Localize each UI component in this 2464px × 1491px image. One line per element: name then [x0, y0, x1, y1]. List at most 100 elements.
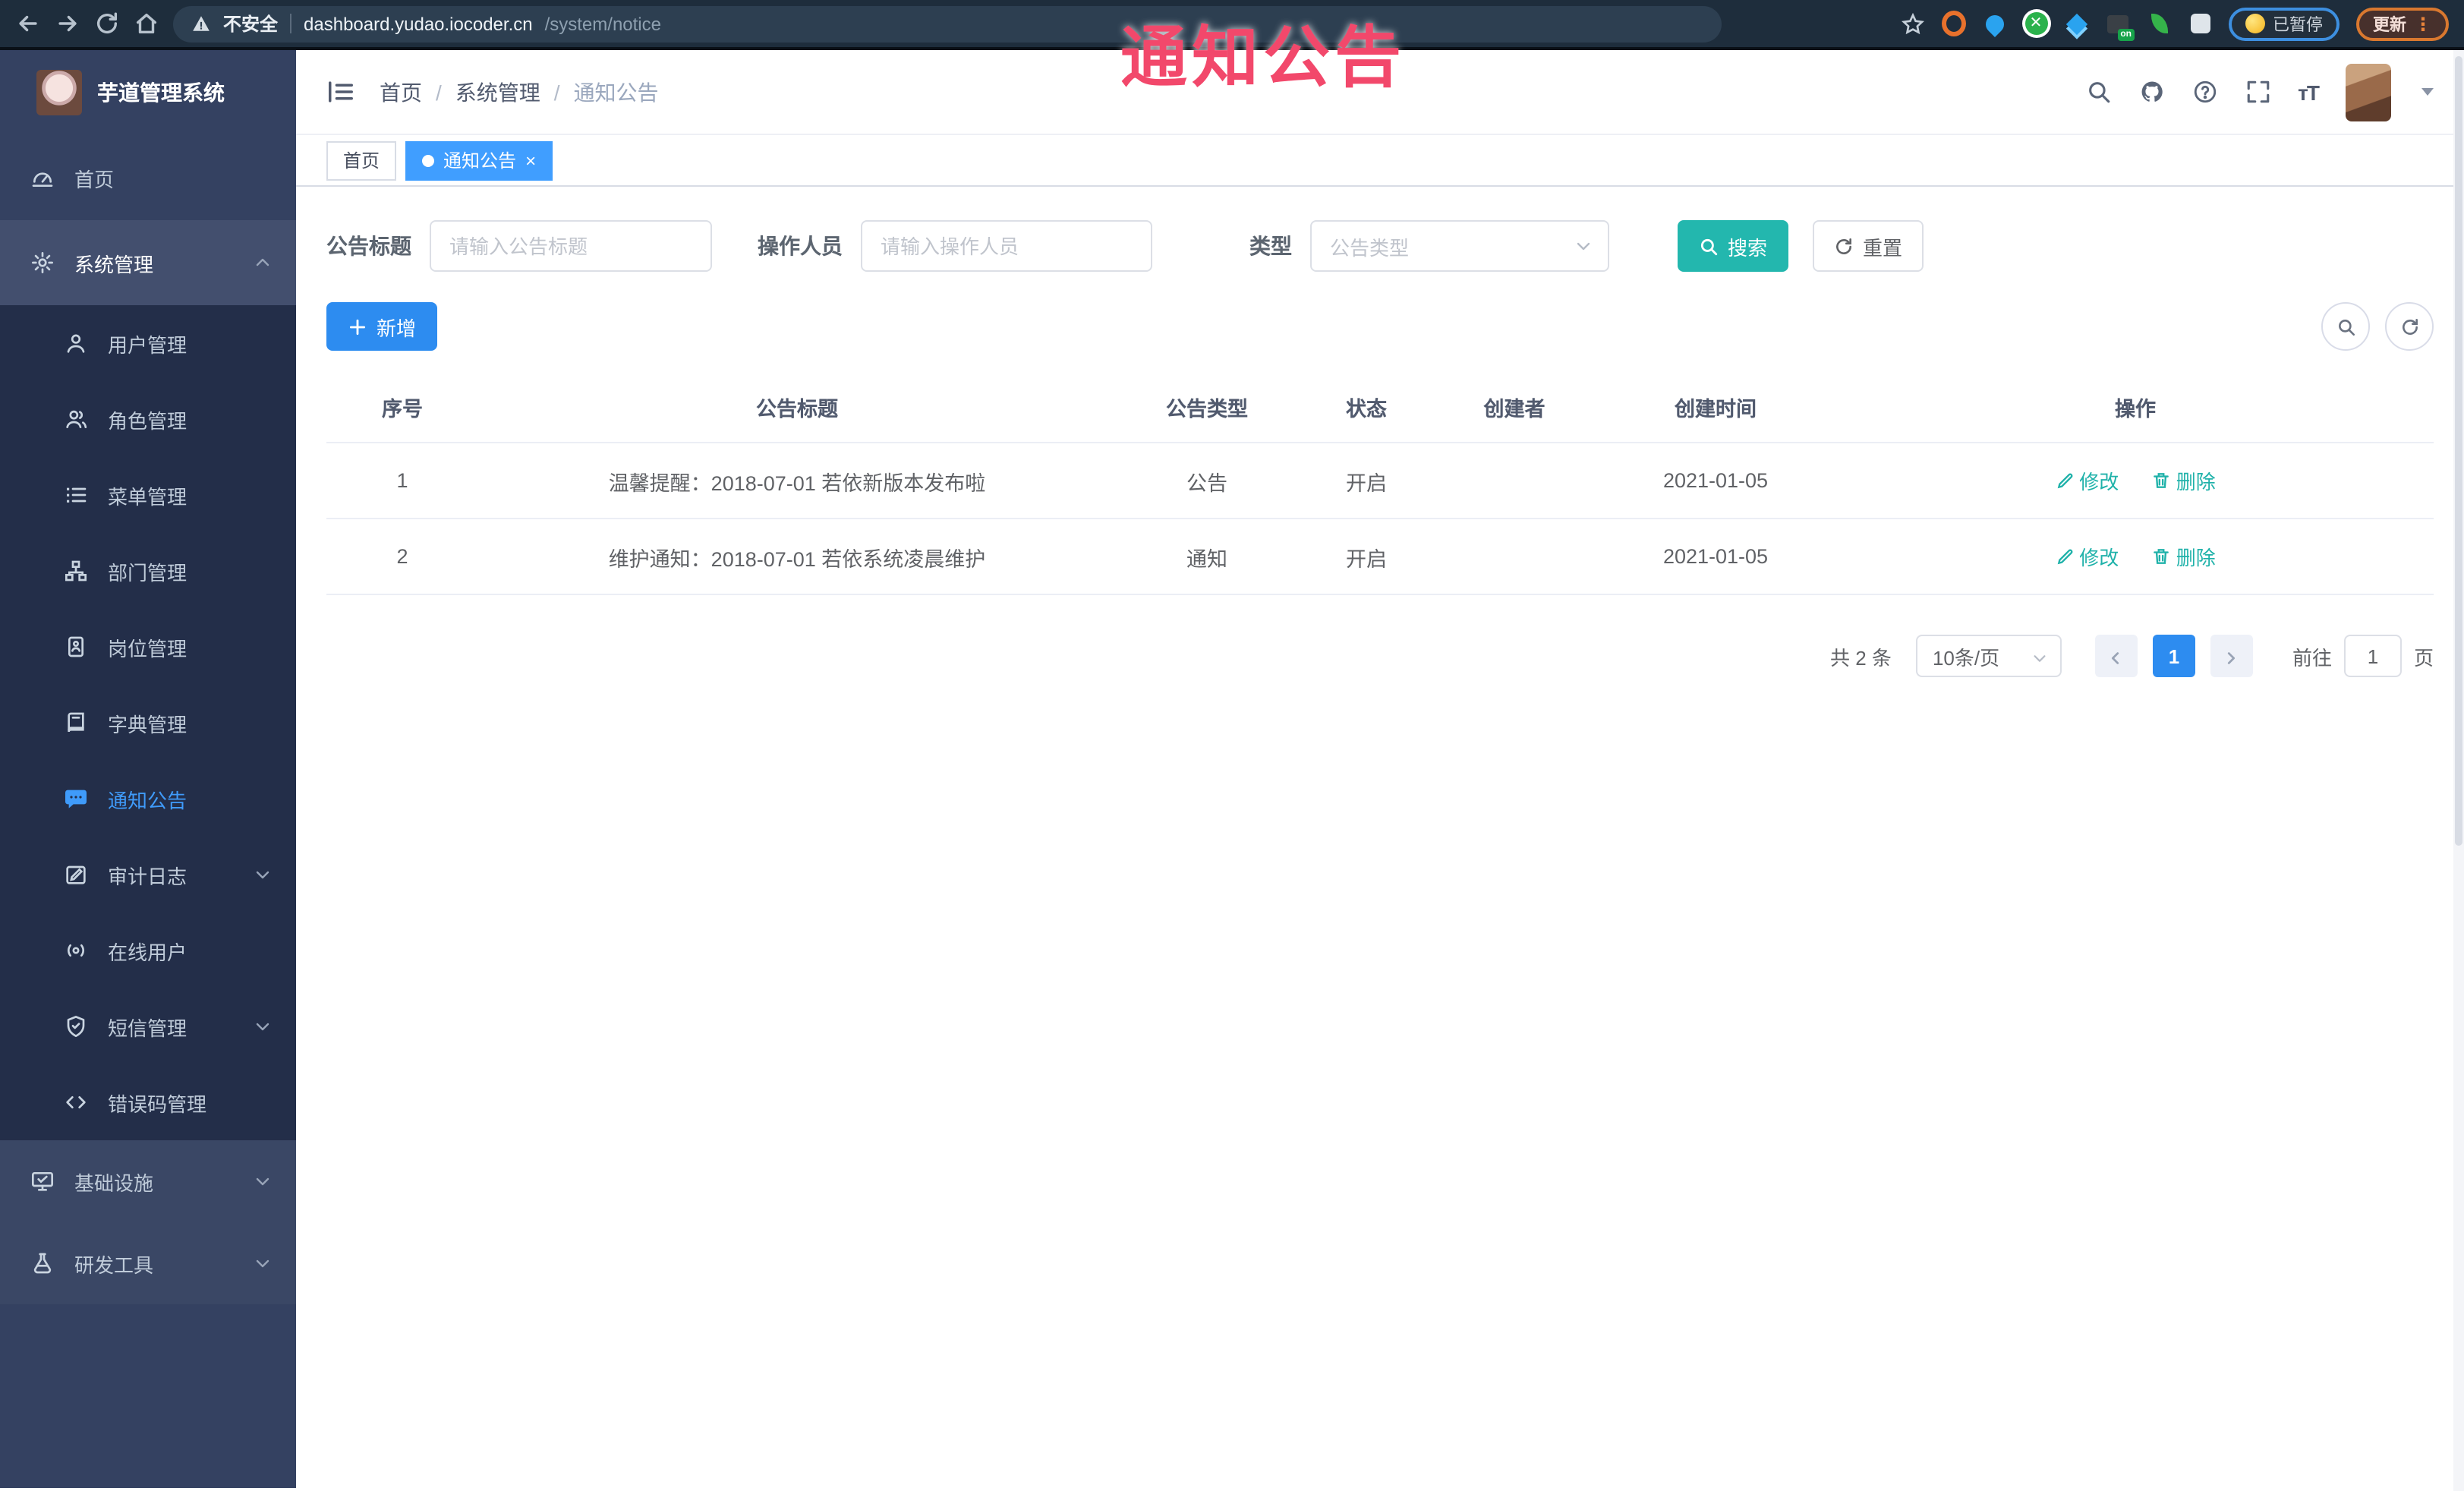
- sidebar-item-post-management[interactable]: 岗位管理: [0, 609, 296, 685]
- sidebar-collapse-icon[interactable]: [326, 77, 355, 106]
- dashboard-icon: [30, 165, 55, 190]
- breadcrumb-system[interactable]: 系统管理: [455, 77, 540, 107]
- col-actions: 操作: [1837, 372, 2434, 443]
- sidebar-item-system-management[interactable]: 系统管理: [0, 220, 296, 305]
- tag-home[interactable]: 首页: [326, 140, 397, 180]
- avatar-caret-down-icon[interactable]: [2421, 88, 2434, 96]
- extension-green-circle-icon[interactable]: ✕: [2024, 11, 2048, 36]
- goto-page-input[interactable]: [2343, 635, 2402, 677]
- bookmark-star-icon[interactable]: [1901, 11, 1925, 36]
- search-button-icon: [1699, 236, 1719, 256]
- font-size-icon[interactable]: ᴛT: [2298, 80, 2320, 104]
- app-title: 芋道管理系统: [97, 80, 225, 105]
- org-tree-icon: [64, 559, 88, 583]
- page-scrollbar[interactable]: [2453, 50, 2464, 1491]
- next-page-button[interactable]: [2210, 635, 2253, 677]
- edit-link[interactable]: 修改: [2055, 542, 2119, 571]
- browser-home-icon[interactable]: [134, 11, 159, 36]
- extensions-puzzle-icon[interactable]: [2188, 11, 2212, 36]
- add-button[interactable]: 新增: [326, 302, 438, 351]
- extension-orange-ring-icon[interactable]: [1942, 11, 1966, 36]
- table-row: 2 维护通知：2018-07-01 若依系统凌晨维护 通知 开启 2021-01…: [326, 519, 2434, 595]
- refresh-table-button[interactable]: [2385, 302, 2434, 351]
- system-management-submenu: 用户管理 角色管理 菜单管理 部门管理 岗位管理 字典管理 通知公告 审计日志 …: [0, 305, 296, 1140]
- plus-icon: [348, 317, 367, 336]
- id-badge-icon: [64, 635, 88, 659]
- sidebar-item-menu-management[interactable]: 菜单管理: [0, 457, 296, 533]
- row-title: 维护通知：2018-07-01 若依系统凌晨维护: [478, 519, 1116, 595]
- select-chevron-down-icon: [2031, 648, 2048, 664]
- browser-menu-kebab-icon[interactable]: ⋮: [2414, 13, 2432, 34]
- edit-link[interactable]: 修改: [2055, 466, 2119, 495]
- col-created: 创建时间: [1594, 372, 1837, 443]
- profile-emoji-icon: [2245, 14, 2265, 33]
- github-icon[interactable]: [2138, 79, 2164, 105]
- url-path: /system/notice: [544, 13, 661, 34]
- toggle-search-button[interactable]: [2321, 302, 2370, 351]
- list-icon: [64, 483, 88, 507]
- pencil-icon: [2055, 547, 2075, 566]
- sidebar-item-error-code-management[interactable]: 错误码管理: [0, 1064, 296, 1140]
- sidebar-item-sms-management[interactable]: 短信管理: [0, 988, 296, 1064]
- code-icon: [64, 1090, 88, 1114]
- browser-back-icon[interactable]: [15, 11, 41, 36]
- delete-link[interactable]: 删除: [2152, 542, 2216, 571]
- search-button[interactable]: 搜索: [1678, 220, 1789, 272]
- sidebar-item-dict-management[interactable]: 字典管理: [0, 685, 296, 761]
- sidebar-item-dev-tools[interactable]: 研发工具: [0, 1222, 296, 1304]
- col-title: 公告标题: [478, 372, 1116, 443]
- sidebar-item-home[interactable]: 首页: [0, 135, 296, 220]
- select-chevron-down-icon: [1574, 237, 1593, 255]
- fullscreen-icon[interactable]: [2245, 79, 2270, 105]
- magnifier-icon: [2336, 317, 2355, 336]
- filter-title-input[interactable]: [430, 220, 712, 272]
- breadcrumb-home[interactable]: 首页: [380, 77, 422, 107]
- delete-link[interactable]: 删除: [2152, 466, 2216, 495]
- browser-forward-icon[interactable]: [55, 11, 80, 36]
- avatar[interactable]: [2346, 63, 2391, 121]
- url-host: dashboard.yudao.iocoder.cn: [304, 13, 533, 34]
- extension-sprout-icon[interactable]: [2147, 11, 2171, 36]
- browser-update-button[interactable]: 更新 ⋮: [2356, 7, 2449, 40]
- sidebar-item-department-management[interactable]: 部门管理: [0, 533, 296, 609]
- table-row: 1 温馨提醒：2018-07-01 若依新版本发布啦 公告 开启 2021-01…: [326, 443, 2434, 519]
- filter-operator-input[interactable]: [861, 220, 1152, 272]
- filter-type-select[interactable]: 公告类型: [1310, 220, 1609, 272]
- table-header-row: 序号 公告标题 公告类型 状态 创建者 创建时间 操作: [326, 372, 2434, 443]
- page-size-select[interactable]: 10条/页: [1915, 635, 2062, 677]
- sidebar-item-notice-announcement[interactable]: 通知公告: [0, 761, 296, 837]
- paused-label: 已暂停: [2273, 16, 2323, 34]
- filter-operator-label: 操作人员: [758, 234, 843, 258]
- chevron-right-icon: [2223, 648, 2240, 664]
- sidebar-item-audit-log[interactable]: 审计日志: [0, 837, 296, 913]
- monitor-icon: [30, 1169, 55, 1193]
- breadcrumb-current: 通知公告: [573, 80, 659, 104]
- prev-page-button[interactable]: [2094, 635, 2138, 677]
- extension-blue-gem-icon[interactable]: [2065, 11, 2089, 36]
- tag-close-icon[interactable]: ×: [525, 151, 536, 169]
- chevron-left-icon: [2108, 648, 2125, 664]
- extension-dark-icon[interactable]: on: [2106, 11, 2135, 40]
- profile-paused-chip[interactable]: 已暂停: [2229, 7, 2340, 40]
- logo-image: [36, 70, 82, 115]
- current-page-button[interactable]: 1: [2152, 635, 2195, 677]
- search-icon[interactable]: [2085, 79, 2111, 105]
- scrollbar-thumb[interactable]: [2455, 56, 2462, 846]
- screenshot-stage: 不安全 dashboard.yudao.iocoder.cn/system/no…: [0, 0, 2464, 1491]
- gear-icon: [30, 251, 55, 275]
- sidebar-item-infrastructure[interactable]: 基础设施: [0, 1140, 296, 1222]
- sidebar-item-user-management[interactable]: 用户管理: [0, 305, 296, 381]
- address-bar[interactable]: 不安全 dashboard.yudao.iocoder.cn/system/no…: [173, 5, 1722, 42]
- devtools-icon: [30, 1251, 55, 1275]
- reset-button[interactable]: 重置: [1813, 220, 1924, 272]
- online-users-icon: [64, 938, 88, 963]
- help-icon[interactable]: [2191, 79, 2217, 105]
- sidebar-item-role-management[interactable]: 角色管理: [0, 381, 296, 457]
- sidebar-item-online-users[interactable]: 在线用户: [0, 913, 296, 988]
- app-logo: 芋道管理系统: [0, 50, 296, 135]
- tag-notice-active[interactable]: 通知公告 ×: [405, 140, 553, 180]
- extension-blue-drop-icon[interactable]: [1982, 11, 2008, 36]
- refresh-icon: [2399, 317, 2419, 336]
- shield-icon: [64, 1014, 88, 1039]
- browser-reload-icon[interactable]: [94, 11, 120, 36]
